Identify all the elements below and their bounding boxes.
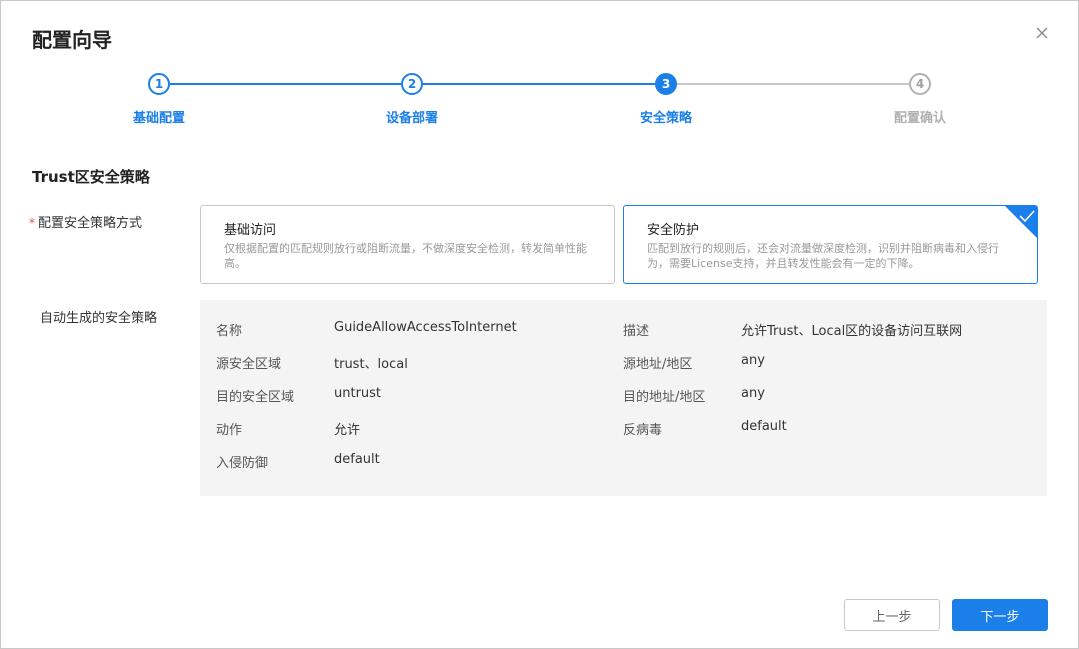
close-icon[interactable] <box>1032 23 1052 43</box>
policy-mode-label: * 配置安全策略方式 <box>29 216 143 231</box>
next-step-button[interactable]: 下一步 <box>952 599 1048 631</box>
dst-zone-value: untrust <box>334 386 382 401</box>
ips-key: 入侵防御 <box>216 456 269 471</box>
prev-step-button[interactable]: 上一步 <box>844 599 940 631</box>
policy-name-key: 名称 <box>216 324 243 339</box>
step-3-indicator: 3 <box>655 73 677 95</box>
section-title: Trust区安全策略 <box>32 168 150 186</box>
step-2-indicator: 2 <box>401 73 423 95</box>
policy-desc-value: 允许Trust、Local区的设备访问互联网 <box>741 324 963 339</box>
action-key: 动作 <box>216 423 243 438</box>
dialog-title: 配置向导 <box>32 28 112 52</box>
step-4-label: 配置确认 <box>893 111 946 126</box>
antivirus-key: 反病毒 <box>623 423 663 438</box>
config-wizard-dialog: 配置向导 1 2 3 4 基础配置 设备部署 安全策略 配置确认 Trust区安… <box>0 0 1079 649</box>
option-basic-access[interactable]: 基础访问 仅根据配置的匹配规则放行或阻断流量，不做深度安全检测，转发简单性能高。 <box>200 205 615 284</box>
dst-addr-value: any <box>741 386 765 401</box>
policy-detail-panel: 名称 GuideAllowAccessToInternet 描述 允许Trust… <box>200 300 1047 496</box>
option-security-protection[interactable]: 安全防护 匹配到放行的规则后，还会对流量做深度检测，识别并阻断病毒和入侵行为，需… <box>623 205 1038 284</box>
option-basic-desc: 仅根据配置的匹配规则放行或阻断流量，不做深度安全检测，转发简单性能高。 <box>224 242 587 270</box>
selected-check-icon <box>1005 206 1037 238</box>
option-security-title: 安全防护 <box>647 223 700 238</box>
src-addr-value: any <box>741 353 765 368</box>
step-2-label: 设备部署 <box>385 111 438 126</box>
src-zone-key: 源安全区域 <box>216 357 282 372</box>
step-connector-2 <box>423 83 655 85</box>
step-1-label: 基础配置 <box>132 111 185 126</box>
auto-policy-label: 自动生成的安全策略 <box>40 311 158 326</box>
step-connector-1 <box>170 83 401 85</box>
step-connector-3 <box>677 83 909 85</box>
src-addr-key: 源地址/地区 <box>623 357 693 372</box>
required-mark: * <box>29 216 35 230</box>
dst-zone-key: 目的安全区域 <box>216 390 295 405</box>
action-value: 允许 <box>334 423 361 438</box>
policy-name-value: GuideAllowAccessToInternet <box>334 320 517 335</box>
step-3-label: 安全策略 <box>639 111 692 126</box>
option-basic-title: 基础访问 <box>224 223 277 238</box>
ips-value: default <box>334 452 380 467</box>
step-1-indicator: 1 <box>148 73 170 95</box>
option-security-desc: 匹配到放行的规则后，还会对流量做深度检测，识别并阻断病毒和入侵行为，需要Lice… <box>647 242 999 270</box>
src-zone-value: trust、local <box>334 357 408 372</box>
antivirus-value: default <box>741 419 787 434</box>
step-4-indicator: 4 <box>909 73 931 95</box>
policy-desc-key: 描述 <box>623 324 650 339</box>
dst-addr-key: 目的地址/地区 <box>623 390 706 405</box>
